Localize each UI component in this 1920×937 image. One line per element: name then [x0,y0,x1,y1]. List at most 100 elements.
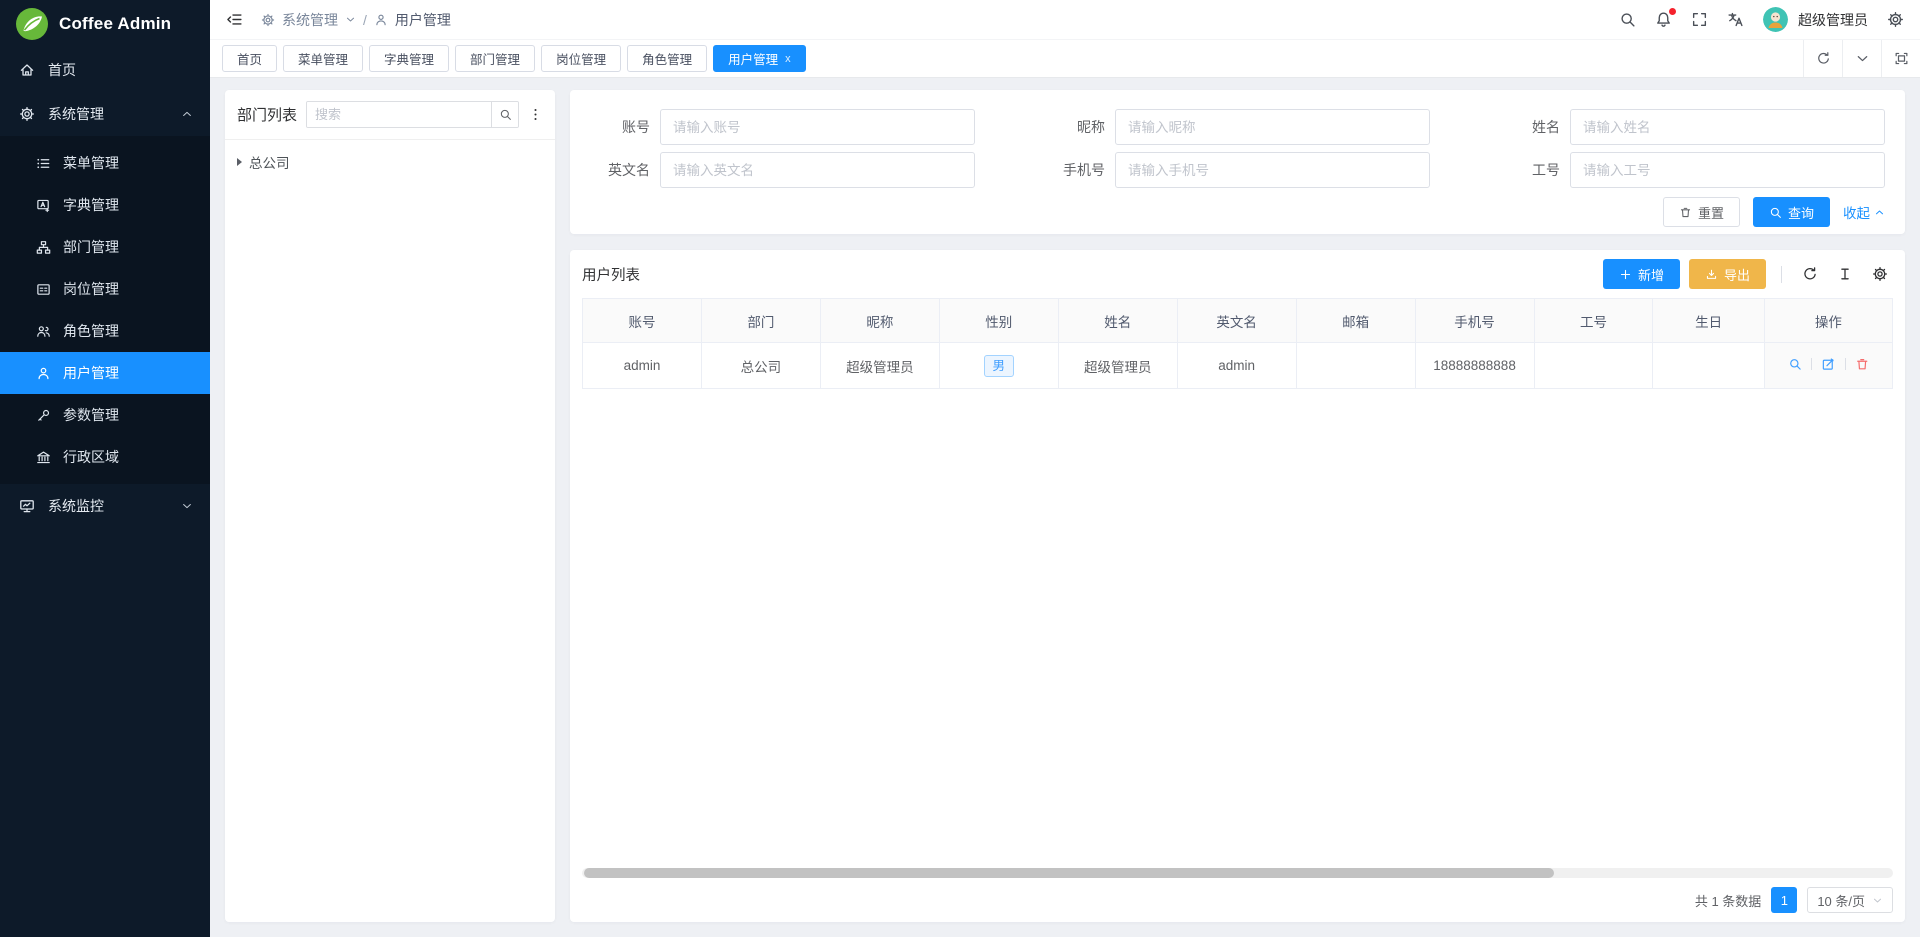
table-toolbar: 新增 导出 [1603,259,1893,289]
delete-row-icon[interactable] [1855,357,1870,372]
field-label: 昵称 [1045,117,1115,137]
sidebar-item-param-mgmt[interactable]: 参数管理 [0,394,210,436]
roles-icon [36,324,51,339]
menu-list-icon [36,156,51,171]
horizontal-scrollbar-track[interactable] [582,868,1893,878]
chevron-up-icon [1874,207,1885,218]
app-title: Coffee Admin [59,14,171,34]
system-mgmt-submenu: 菜单管理 字典管理 部门管理 岗位管理 角色管理 用户管理 [0,136,210,484]
en-name-input[interactable] [660,152,975,188]
cell-birthday [1653,343,1764,389]
cell-job-no [1534,343,1653,389]
fullscreen-icon[interactable] [1691,11,1708,28]
horizontal-scrollbar-thumb[interactable] [584,868,1554,878]
cell-nickname: 超级管理员 [820,343,939,389]
maximize-view-icon[interactable] [1881,40,1920,77]
col-header-phone: 手机号 [1415,299,1534,343]
sidebar-item-label: 部门管理 [63,237,119,257]
field-label: 账号 [590,117,660,137]
reset-button[interactable]: 重置 [1663,197,1740,227]
field-label: 工号 [1500,160,1570,180]
tag-view-bar: 首页 菜单管理 字典管理 部门管理 岗位管理 角色管理 用户管理 x [210,40,1920,78]
dept-search-button[interactable] [491,102,518,127]
table-row[interactable]: admin 总公司 超级管理员 男 超级管理员 admin 1888888888… [583,343,1893,389]
field-phone: 手机号 [1045,152,1430,188]
table-empty-area [582,389,1893,868]
refresh-icon[interactable] [1803,40,1842,77]
query-button[interactable]: 查询 [1753,197,1830,227]
sidebar-item-home[interactable]: 首页 [0,48,210,92]
tab-role-mgmt[interactable]: 角色管理 [627,45,707,72]
sidebar-item-role-mgmt[interactable]: 角色管理 [0,310,210,352]
edit-row-icon[interactable] [1821,357,1836,372]
user-search-form: 账号 昵称 姓名 英文名 [570,90,1905,234]
menu-fold-icon[interactable] [226,11,243,28]
tab-dept-mgmt[interactable]: 部门管理 [455,45,535,72]
dept-tree-panel: 部门列表 总公司 [225,90,555,922]
app-logo: Coffee Admin [0,0,210,48]
col-header-job-no: 工号 [1534,299,1653,343]
account-input[interactable] [660,109,975,145]
chevron-down-icon[interactable] [1842,40,1881,77]
collapse-link[interactable]: 收起 [1843,202,1885,222]
chevron-down-icon [345,14,356,25]
add-user-button[interactable]: 新增 [1603,259,1680,289]
tab-post-mgmt[interactable]: 岗位管理 [541,45,621,72]
download-icon [1705,268,1718,281]
name-input[interactable] [1570,109,1885,145]
sidebar-item-admin-region[interactable]: 行政区域 [0,436,210,478]
chevron-down-icon [181,500,193,512]
sidebar-item-system-mgmt[interactable]: 系统管理 [0,92,210,136]
field-job-no: 工号 [1500,152,1885,188]
caret-right-icon[interactable] [237,158,242,166]
chevron-up-icon [181,108,193,120]
sidebar-menu: 首页 系统管理 菜单管理 字典管理 部门管理 岗位管理 [0,48,210,528]
dept-search-input[interactable] [307,102,491,127]
dept-panel-header: 部门列表 [225,90,555,140]
export-button[interactable]: 导出 [1689,259,1766,289]
sidebar-item-menu-mgmt[interactable]: 菜单管理 [0,142,210,184]
tab-user-mgmt[interactable]: 用户管理 x [713,45,806,72]
sidebar-item-label: 参数管理 [63,405,119,425]
sidebar-item-post-mgmt[interactable]: 岗位管理 [0,268,210,310]
view-row-icon[interactable] [1788,357,1803,372]
nickname-input[interactable] [1115,109,1430,145]
cell-account: admin [583,343,702,389]
more-options-icon[interactable] [528,107,543,122]
tab-menu-mgmt[interactable]: 菜单管理 [283,45,363,72]
translate-icon[interactable] [1727,11,1744,28]
dept-panel-title: 部门列表 [237,104,297,125]
row-height-icon[interactable] [1837,266,1853,282]
user-table: 账号 部门 昵称 性别 姓名 英文名 邮箱 手机号 工号 生日 操作 [582,298,1893,389]
search-icon[interactable] [1619,11,1636,28]
job-no-input[interactable] [1570,152,1885,188]
sidebar-item-dict-mgmt[interactable]: 字典管理 [0,184,210,226]
breadcrumb: 系统管理 / 用户管理 [261,10,451,30]
sidebar-item-dept-mgmt[interactable]: 部门管理 [0,226,210,268]
field-nickname: 昵称 [1045,109,1430,145]
user-avatar[interactable] [1763,7,1788,32]
notification-bell-icon[interactable] [1655,11,1672,28]
page-button-1[interactable]: 1 [1771,887,1797,913]
phone-input[interactable] [1115,152,1430,188]
close-tab-icon[interactable]: x [785,53,791,65]
tab-dict-mgmt[interactable]: 字典管理 [369,45,449,72]
tree-node-label: 总公司 [249,152,290,172]
tab-actions [1803,40,1920,77]
dept-search-group [306,101,519,128]
user-name[interactable]: 超级管理员 [1798,10,1868,30]
gender-tag: 男 [984,355,1015,377]
tree-node-company[interactable]: 总公司 [237,149,543,175]
sidebar-item-user-mgmt[interactable]: 用户管理 [0,352,210,394]
tab-home[interactable]: 首页 [222,45,277,72]
sidebar-item-system-monitor[interactable]: 系统监控 [0,484,210,528]
settings-gear-icon[interactable] [1887,11,1904,28]
col-header-actions: 操作 [1764,299,1892,343]
toolbar-divider [1781,266,1782,283]
sidebar-item-label: 字典管理 [63,195,119,215]
breadcrumb-level1[interactable]: 系统管理 [282,10,338,30]
column-settings-gear-icon[interactable] [1872,266,1888,282]
page-size-select[interactable]: 10 条/页 [1807,887,1893,913]
refresh-icon[interactable] [1802,266,1818,282]
plus-icon [1619,268,1632,281]
